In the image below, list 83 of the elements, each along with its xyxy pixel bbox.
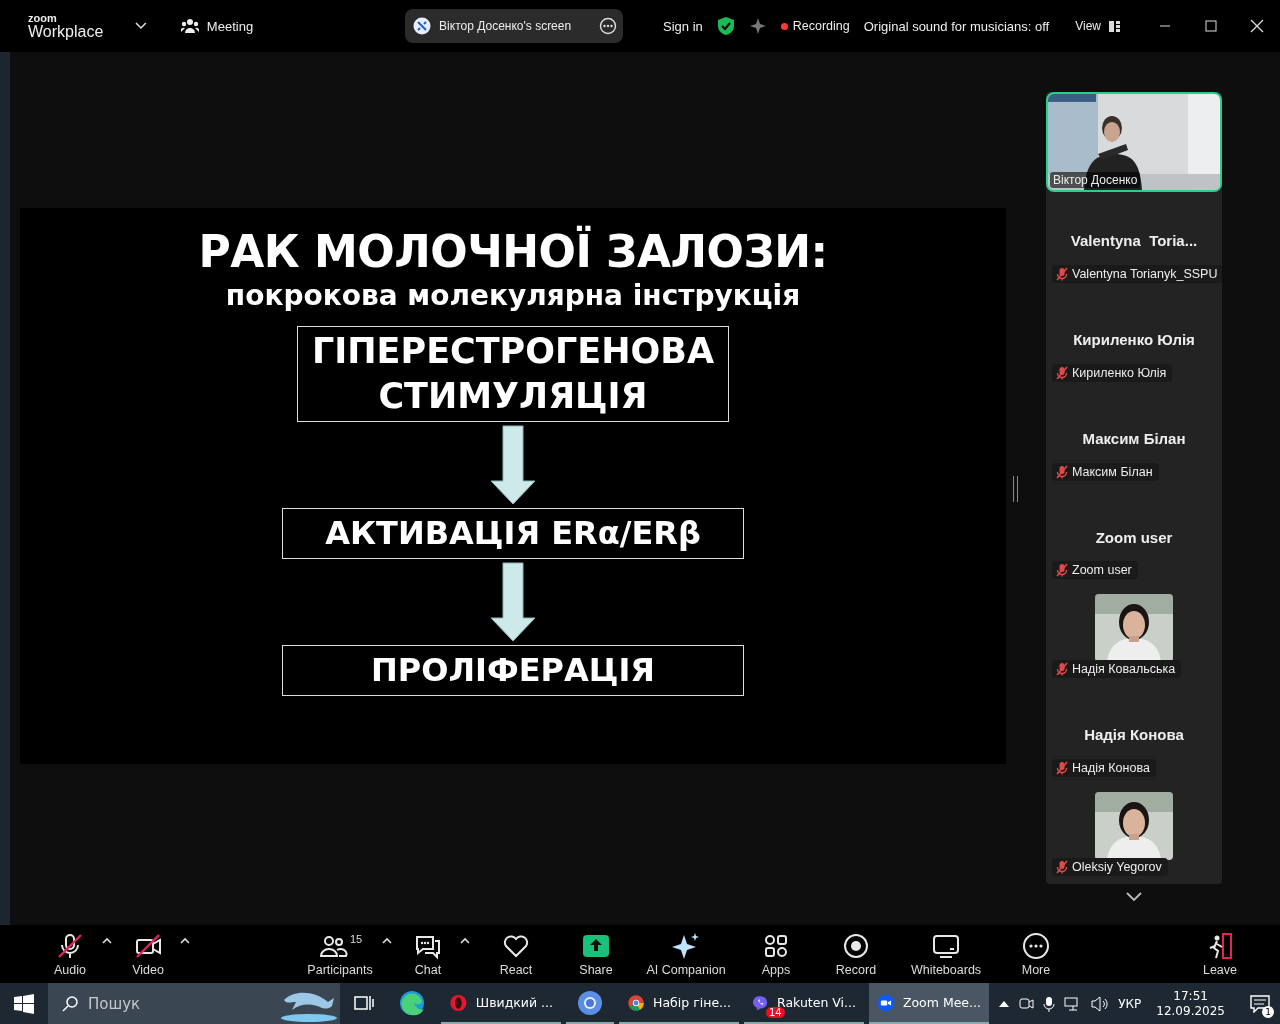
participant-name-label: Oleksiy Yegorov bbox=[1052, 858, 1168, 876]
participant-tile[interactable]: Oleksiy Yegorov bbox=[1046, 785, 1222, 884]
flow-step-box: АКТИВАЦІЯ ERα/ERβ bbox=[282, 507, 744, 559]
toolbar-button[interactable]: Audio bbox=[40, 931, 100, 977]
participant-name-label: Надія Ковальська bbox=[1052, 660, 1182, 679]
participant-display-name: Zoom user bbox=[1095, 528, 1173, 546]
more-icon[interactable] bbox=[599, 17, 617, 35]
participant-tile[interactable]: Zoom user Zoom user bbox=[1046, 488, 1222, 588]
participant-display-name: Надія Конова bbox=[1084, 726, 1184, 744]
people-icon bbox=[180, 18, 199, 34]
windows-icon bbox=[14, 993, 34, 1014]
participant-name-label: Кириленко Юлія bbox=[1052, 363, 1173, 382]
close-icon bbox=[1250, 19, 1264, 33]
recording-label: Recording bbox=[792, 19, 850, 33]
participant-name-label: Віктор Досенко bbox=[1050, 171, 1141, 188]
slide-subtitle: покрокова молекулярна інструкція bbox=[225, 278, 801, 312]
sparkle-icon bbox=[671, 931, 701, 961]
toolbar-button[interactable]: Chat bbox=[398, 931, 458, 977]
participant-display-name: Valentyna Toria... bbox=[1070, 231, 1198, 249]
search-field[interactable]: Пошук bbox=[48, 983, 340, 1024]
screen-share-icon bbox=[413, 17, 432, 35]
flow-step-box: ГІПЕРЕСТРОГЕНОВА СТИМУЛЯЦІЯ bbox=[296, 325, 730, 422]
participant-tile[interactable]: Надія Конова Надія Конова bbox=[1046, 686, 1222, 786]
toolbar-button[interactable]: Share bbox=[566, 931, 626, 977]
chevron-down-icon[interactable] bbox=[135, 22, 147, 30]
participant-display-name: Максим Білан bbox=[1082, 429, 1186, 447]
participant-tile[interactable]: Valentyna Toria... Valentyna Torianyk_SSPU bbox=[1046, 191, 1222, 291]
video-tile[interactable]: Віктор Досенко bbox=[1046, 92, 1222, 192]
toolbar-button[interactable]: React bbox=[486, 931, 546, 977]
caret-up-icon[interactable] bbox=[180, 937, 190, 945]
participant-tile[interactable]: Максим Білан Максим Білан bbox=[1046, 389, 1222, 489]
sign-in-link[interactable]: Sign in bbox=[663, 18, 703, 34]
browser-icon bbox=[576, 988, 604, 1017]
toolbar-button[interactable]: Record bbox=[826, 931, 886, 977]
view-button[interactable]: View bbox=[1069, 18, 1126, 34]
share-label: Віктор Досенко's screen bbox=[439, 19, 573, 33]
caret-up-icon[interactable] bbox=[382, 937, 392, 945]
participant-name-label: Zoom user bbox=[1052, 561, 1138, 580]
toolbar-button[interactable]: AI Companion bbox=[646, 931, 726, 977]
caret-up-icon[interactable] bbox=[999, 999, 1010, 1008]
speaker-icon[interactable] bbox=[1091, 995, 1110, 1012]
unread-badge: 14 bbox=[766, 1007, 785, 1018]
zoom-logo: zoom Workplace bbox=[28, 12, 105, 40]
camera-icon[interactable] bbox=[1018, 995, 1035, 1012]
toolbar-button[interactable]: Leave bbox=[1190, 931, 1250, 977]
maximize-icon bbox=[1205, 20, 1217, 32]
participant-tile[interactable]: Кириленко Юлія Кириленко Юлія bbox=[1046, 290, 1222, 390]
taskbar-app[interactable]: Швидкий ... bbox=[441, 983, 561, 1024]
record-icon bbox=[841, 931, 871, 961]
participant-tile[interactable]: Надія Ковальська bbox=[1046, 587, 1222, 687]
shield-check-icon[interactable] bbox=[716, 16, 735, 36]
grid-layout-icon bbox=[1109, 20, 1120, 32]
message-icon bbox=[1250, 994, 1270, 1013]
language-indicator[interactable]: УКР bbox=[1118, 996, 1142, 1011]
clock[interactable]: 17:51 12.09.2025 bbox=[1156, 988, 1225, 1019]
toolbar-button[interactable]: Whiteboards bbox=[906, 931, 986, 977]
chevron-down-icon[interactable] bbox=[1126, 892, 1142, 902]
notifications-button[interactable]: 1 bbox=[1240, 987, 1280, 1020]
recording-dot bbox=[780, 22, 788, 30]
resize-handle[interactable] bbox=[1013, 475, 1018, 502]
slide-title: РАК МОЛОЧНОЇ ЗАЛОЗИ: bbox=[198, 225, 828, 277]
participant-name-label: Максим Білан bbox=[1052, 462, 1159, 481]
toolbar-button[interactable]: 15 Participants bbox=[300, 931, 380, 977]
task-view-icon bbox=[354, 993, 374, 1012]
original-sound-status[interactable]: Original sound for musicians: off bbox=[863, 18, 1050, 34]
edge-icon bbox=[398, 988, 426, 1017]
caret-up-icon[interactable] bbox=[102, 937, 112, 945]
more-icon bbox=[1021, 931, 1051, 961]
meeting-button[interactable]: Meeting bbox=[174, 17, 260, 35]
participant-display-name: Кириленко Юлія bbox=[1073, 330, 1195, 348]
participant-name-label: Valentyna Torianyk_SSPU bbox=[1052, 264, 1222, 283]
toolbar-button[interactable]: Apps bbox=[746, 931, 806, 977]
toolbar-button[interactable]: More bbox=[1006, 931, 1066, 977]
screen-share-pill[interactable]: Віктор Досенко's screen bbox=[405, 9, 623, 43]
taskbar-app[interactable]: Набір гіне... bbox=[619, 983, 739, 1024]
search-icon bbox=[62, 995, 78, 1012]
toolbar-button[interactable]: Video bbox=[118, 931, 178, 977]
microphone-icon[interactable] bbox=[1043, 995, 1056, 1012]
taskbar-app[interactable]: Zoom Mee... bbox=[869, 983, 989, 1024]
flow-step-box: ПРОЛІФЕРАЦІЯ bbox=[282, 644, 744, 696]
caret-up-icon[interactable] bbox=[460, 937, 470, 945]
taskbar-app[interactable]: 14 Rakuten Vi... bbox=[744, 983, 864, 1024]
participant-name-label: Надія Конова bbox=[1052, 759, 1156, 778]
